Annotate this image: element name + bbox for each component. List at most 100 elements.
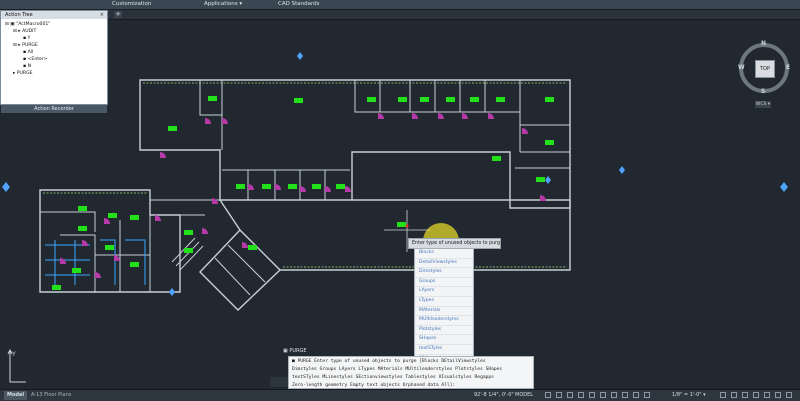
room-tag[interactable] [288,184,297,189]
room-tag[interactable] [446,97,455,102]
selection-cycling-icon[interactable] [633,392,639,398]
transparency-icon[interactable] [622,392,628,398]
compass-w[interactable]: W [738,64,745,71]
door-symbol [114,255,120,261]
purge-option[interactable]: LAyers [415,287,473,297]
quick-properties-icon[interactable] [742,392,748,398]
door-symbol [222,118,228,124]
isolate-icon[interactable] [764,392,770,398]
compass-s[interactable]: S [761,88,765,95]
tree-node-purge[interactable]: ⊟ ▸ PURGE [13,43,38,49]
tab-cad-standards[interactable]: CAD Standards [278,0,319,9]
model-space-toggle[interactable]: MODEL [515,391,533,400]
room-tag[interactable] [236,184,245,189]
osnap-icon[interactable] [589,392,595,398]
room-tag[interactable] [208,96,217,101]
room-tag[interactable] [130,215,139,220]
command-history-line: textSTyles MLinestyles SEctionviewstyles… [292,375,494,380]
room-tag[interactable] [262,184,271,189]
workspace-icon[interactable] [720,392,726,398]
purge-option[interactable]: SHapes [415,335,473,345]
room-tag[interactable] [168,126,177,131]
room-tag[interactable] [108,213,117,218]
room-tag[interactable] [398,97,407,102]
tree-node-macro[interactable]: ⊟ ▣ "ActMacro001" [5,22,50,28]
compass-e[interactable]: E [786,64,790,71]
door-symbol [160,152,166,158]
room-tag[interactable] [294,98,303,103]
tree-node-enter[interactable]: ▪ <Enter> [23,57,48,63]
room-tag[interactable] [367,97,376,102]
command-label-text: PURGE [289,348,307,354]
command-history[interactable]: ■ PURGE Enter type of unused objects to … [288,356,534,389]
cube-top-face[interactable]: TOP [755,60,775,78]
units-icon[interactable] [731,392,737,398]
room-tag[interactable] [336,184,345,189]
floor-plan-drawing[interactable] [0,0,800,400]
compass-n[interactable]: N [761,40,766,47]
command-line-controls[interactable] [270,377,288,387]
room-tag[interactable] [545,140,554,145]
room-tag[interactable] [470,97,479,102]
purge-option[interactable]: textSTyles [415,345,473,355]
tree-node-y[interactable]: ▪ Y [23,36,30,42]
room-tag[interactable] [184,230,193,235]
room-tag[interactable] [312,184,321,189]
snap-icon[interactable] [556,392,562,398]
tree-node-label: N [27,64,32,69]
room-tag[interactable] [105,245,114,250]
room-tag[interactable] [78,206,87,211]
purge-option[interactable]: Plotstyles [415,326,473,336]
customize-menu-icon[interactable] [786,392,792,398]
ortho-icon[interactable] [567,392,573,398]
tree-node-purge-2[interactable]: ▸ PURGE [13,71,33,77]
purge-option[interactable]: MAterials [415,307,473,317]
status-bar: Model A-13 Floor Plans 92'-8 1/4", 0'-0"… [0,389,800,401]
clean-screen-icon[interactable] [775,392,781,398]
close-icon[interactable]: × [100,11,104,19]
room-tag[interactable] [52,285,61,290]
room-tag[interactable] [420,97,429,102]
wcs-dropdown[interactable]: WCS ▾ [755,101,771,108]
door-symbol [248,184,254,190]
viewcube[interactable]: N S W E TOP WCS ▾ [735,38,795,110]
room-tag[interactable] [78,226,87,231]
door-symbol [438,113,444,119]
tab-model[interactable]: Model [4,391,28,400]
room-tag[interactable] [72,268,81,273]
room-tag[interactable] [397,222,406,227]
tree-node-n[interactable]: ▪ N [23,64,31,70]
room-tag[interactable] [496,97,505,102]
room-tag[interactable] [492,156,501,161]
lock-icon[interactable] [753,392,759,398]
purge-option[interactable]: Dimstyles [415,268,473,278]
tab-layout[interactable]: A-13 Floor Plans [28,391,74,400]
action-recorder-bar[interactable]: Action Recorder [1,105,107,113]
polar-icon[interactable] [578,392,584,398]
door-symbol [82,240,88,246]
purge-option[interactable]: Blocks [415,249,473,259]
tree-node-all[interactable]: ▪ All [23,50,33,56]
tab-customization[interactable]: Customization [112,0,151,9]
door-symbol [155,215,161,221]
annotation-scale[interactable]: 1/8" = 1'-0" ▾ [672,391,706,400]
tree-node-audit[interactable]: ⊟ ▸ AUDIT [13,29,36,35]
new-tab-button[interactable]: + [114,11,122,18]
lineweight-icon[interactable] [611,392,617,398]
coordinate-readout: 92'-8 1/4", 0'-0" [474,392,514,398]
room-tag[interactable] [536,177,545,182]
otrack-icon[interactable] [600,392,606,398]
tree-node-label: PURGE [16,71,33,76]
tab-applications[interactable]: Applications ▾ [204,0,242,9]
purge-option[interactable]: DetailViewstyles [415,259,473,269]
purge-option[interactable]: LTypes [415,297,473,307]
purge-option[interactable]: Groups [415,278,473,288]
room-tag[interactable] [248,245,257,250]
door-symbol [205,118,211,124]
grid-icon[interactable] [545,392,551,398]
annotation-icon[interactable] [644,392,650,398]
room-tag[interactable] [130,262,139,267]
room-tag[interactable] [545,97,554,102]
purge-option[interactable]: MUltileaderstyles [415,316,473,326]
room-tag[interactable] [184,248,193,253]
